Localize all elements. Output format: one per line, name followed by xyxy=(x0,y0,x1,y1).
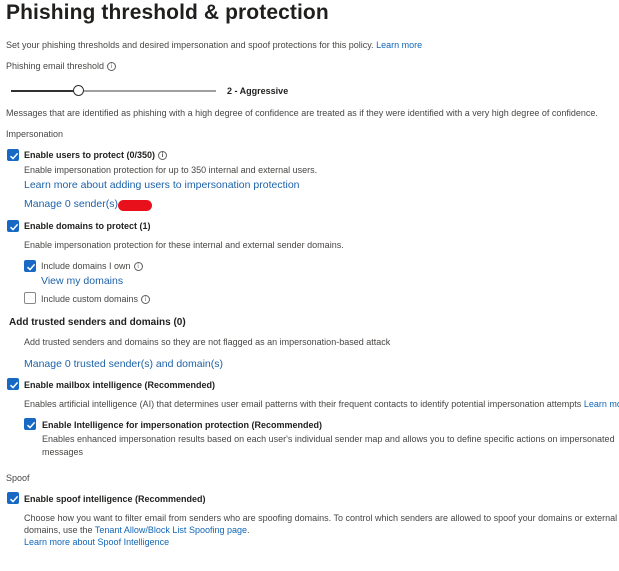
include-own-domains-label-row: Include domains I own i xyxy=(41,261,143,271)
include-own-domains-checkbox[interactable] xyxy=(24,260,36,272)
include-own-domains-label: Include domains I own xyxy=(41,261,131,271)
intelligence-impersonation-description-line2: messages xyxy=(42,447,84,457)
domains-to-protect-checkbox[interactable] xyxy=(7,220,19,232)
threshold-slider-fill xyxy=(11,90,80,92)
spoof-intelligence-checkbox[interactable] xyxy=(7,492,19,504)
mailbox-learn-more-link[interactable]: Learn more xyxy=(584,399,619,409)
threshold-description: Messages that are identified as phishing… xyxy=(6,108,598,118)
checkmark-icon xyxy=(9,223,19,231)
manage-senders-link[interactable]: Manage 0 sender(s) xyxy=(24,198,118,210)
checkmark-icon xyxy=(9,381,19,389)
checkmark-icon xyxy=(26,421,36,429)
threshold-value: 2 - Aggressive xyxy=(227,86,289,96)
learn-more-users-link[interactable]: Learn more about adding users to imperso… xyxy=(24,179,300,191)
tenant-allow-block-link[interactable]: Tenant Allow/Block List Spoofing page xyxy=(95,525,247,535)
mailbox-intelligence-checkbox[interactable] xyxy=(7,378,19,390)
checkmark-icon xyxy=(9,152,19,160)
mailbox-intelligence-label: Enable mailbox intelligence (Recommended… xyxy=(24,380,216,390)
spoof-intelligence-label: Enable spoof intelligence (Recommended) xyxy=(24,494,206,504)
include-custom-domains-label-row: Include custom domains i xyxy=(41,294,151,304)
users-to-protect-label-row: Enable users to protect (0/350) i xyxy=(24,150,168,160)
intro-learn-more-link[interactable]: Learn more xyxy=(376,40,422,50)
threshold-slider-track[interactable] xyxy=(11,90,216,92)
info-icon[interactable]: i xyxy=(141,295,151,304)
info-icon[interactable]: i xyxy=(158,151,168,160)
spoof-period: . xyxy=(247,525,250,535)
mailbox-intelligence-description-row: Enables artificial intelligence (AI) tha… xyxy=(24,399,619,409)
intelligence-impersonation-label: Enable Intelligence for impersonation pr… xyxy=(42,420,323,430)
info-icon[interactable]: i xyxy=(107,62,117,71)
checkmark-icon xyxy=(26,263,36,271)
spoof-description-line2-row: domains, use the Tenant Allow/Block List… xyxy=(24,525,250,535)
users-to-protect-label: Enable users to protect (0/350) xyxy=(24,150,156,160)
spoof-description-line1: Choose how you want to filter email from… xyxy=(24,513,618,523)
intro-text: Set your phishing thresholds and desired… xyxy=(6,40,422,50)
intelligence-impersonation-checkbox[interactable] xyxy=(24,418,36,430)
trusted-senders-description: Add trusted senders and domains so they … xyxy=(24,337,391,347)
threshold-label: Phishing email threshold xyxy=(6,61,105,71)
domains-to-protect-description: Enable impersonation protection for thes… xyxy=(24,240,344,250)
threshold-label-row: Phishing email threshold i xyxy=(6,61,117,71)
view-my-domains-link[interactable]: View my domains xyxy=(41,275,123,287)
manage-trusted-senders-link[interactable]: Manage 0 trusted sender(s) and domain(s) xyxy=(24,358,223,370)
threshold-slider-thumb[interactable] xyxy=(73,85,85,96)
redaction-mark xyxy=(118,200,152,211)
intelligence-impersonation-description-line1: Enables enhanced impersonation results b… xyxy=(42,434,615,444)
trusted-senders-heading: Add trusted senders and domains (0) xyxy=(9,317,186,328)
info-icon[interactable]: i xyxy=(133,262,143,271)
users-to-protect-description: Enable impersonation protection for up t… xyxy=(24,165,318,175)
include-custom-domains-label: Include custom domains xyxy=(41,294,139,304)
spoof-section-label: Spoof xyxy=(6,473,30,483)
page-title: Phishing threshold & protection xyxy=(6,1,329,24)
spoof-description-line2: domains, use the xyxy=(24,525,93,535)
checkmark-icon xyxy=(9,495,19,503)
spoof-learn-more-link[interactable]: Learn more about Spoof Intelligence xyxy=(24,537,169,547)
mailbox-intelligence-description: Enables artificial intelligence (AI) tha… xyxy=(24,399,582,409)
users-to-protect-checkbox[interactable] xyxy=(7,149,19,161)
intro-description: Set your phishing thresholds and desired… xyxy=(6,40,374,50)
impersonation-section-label: Impersonation xyxy=(6,129,64,139)
domains-to-protect-label: Enable domains to protect (1) xyxy=(24,221,151,231)
include-custom-domains-checkbox[interactable] xyxy=(24,292,36,304)
